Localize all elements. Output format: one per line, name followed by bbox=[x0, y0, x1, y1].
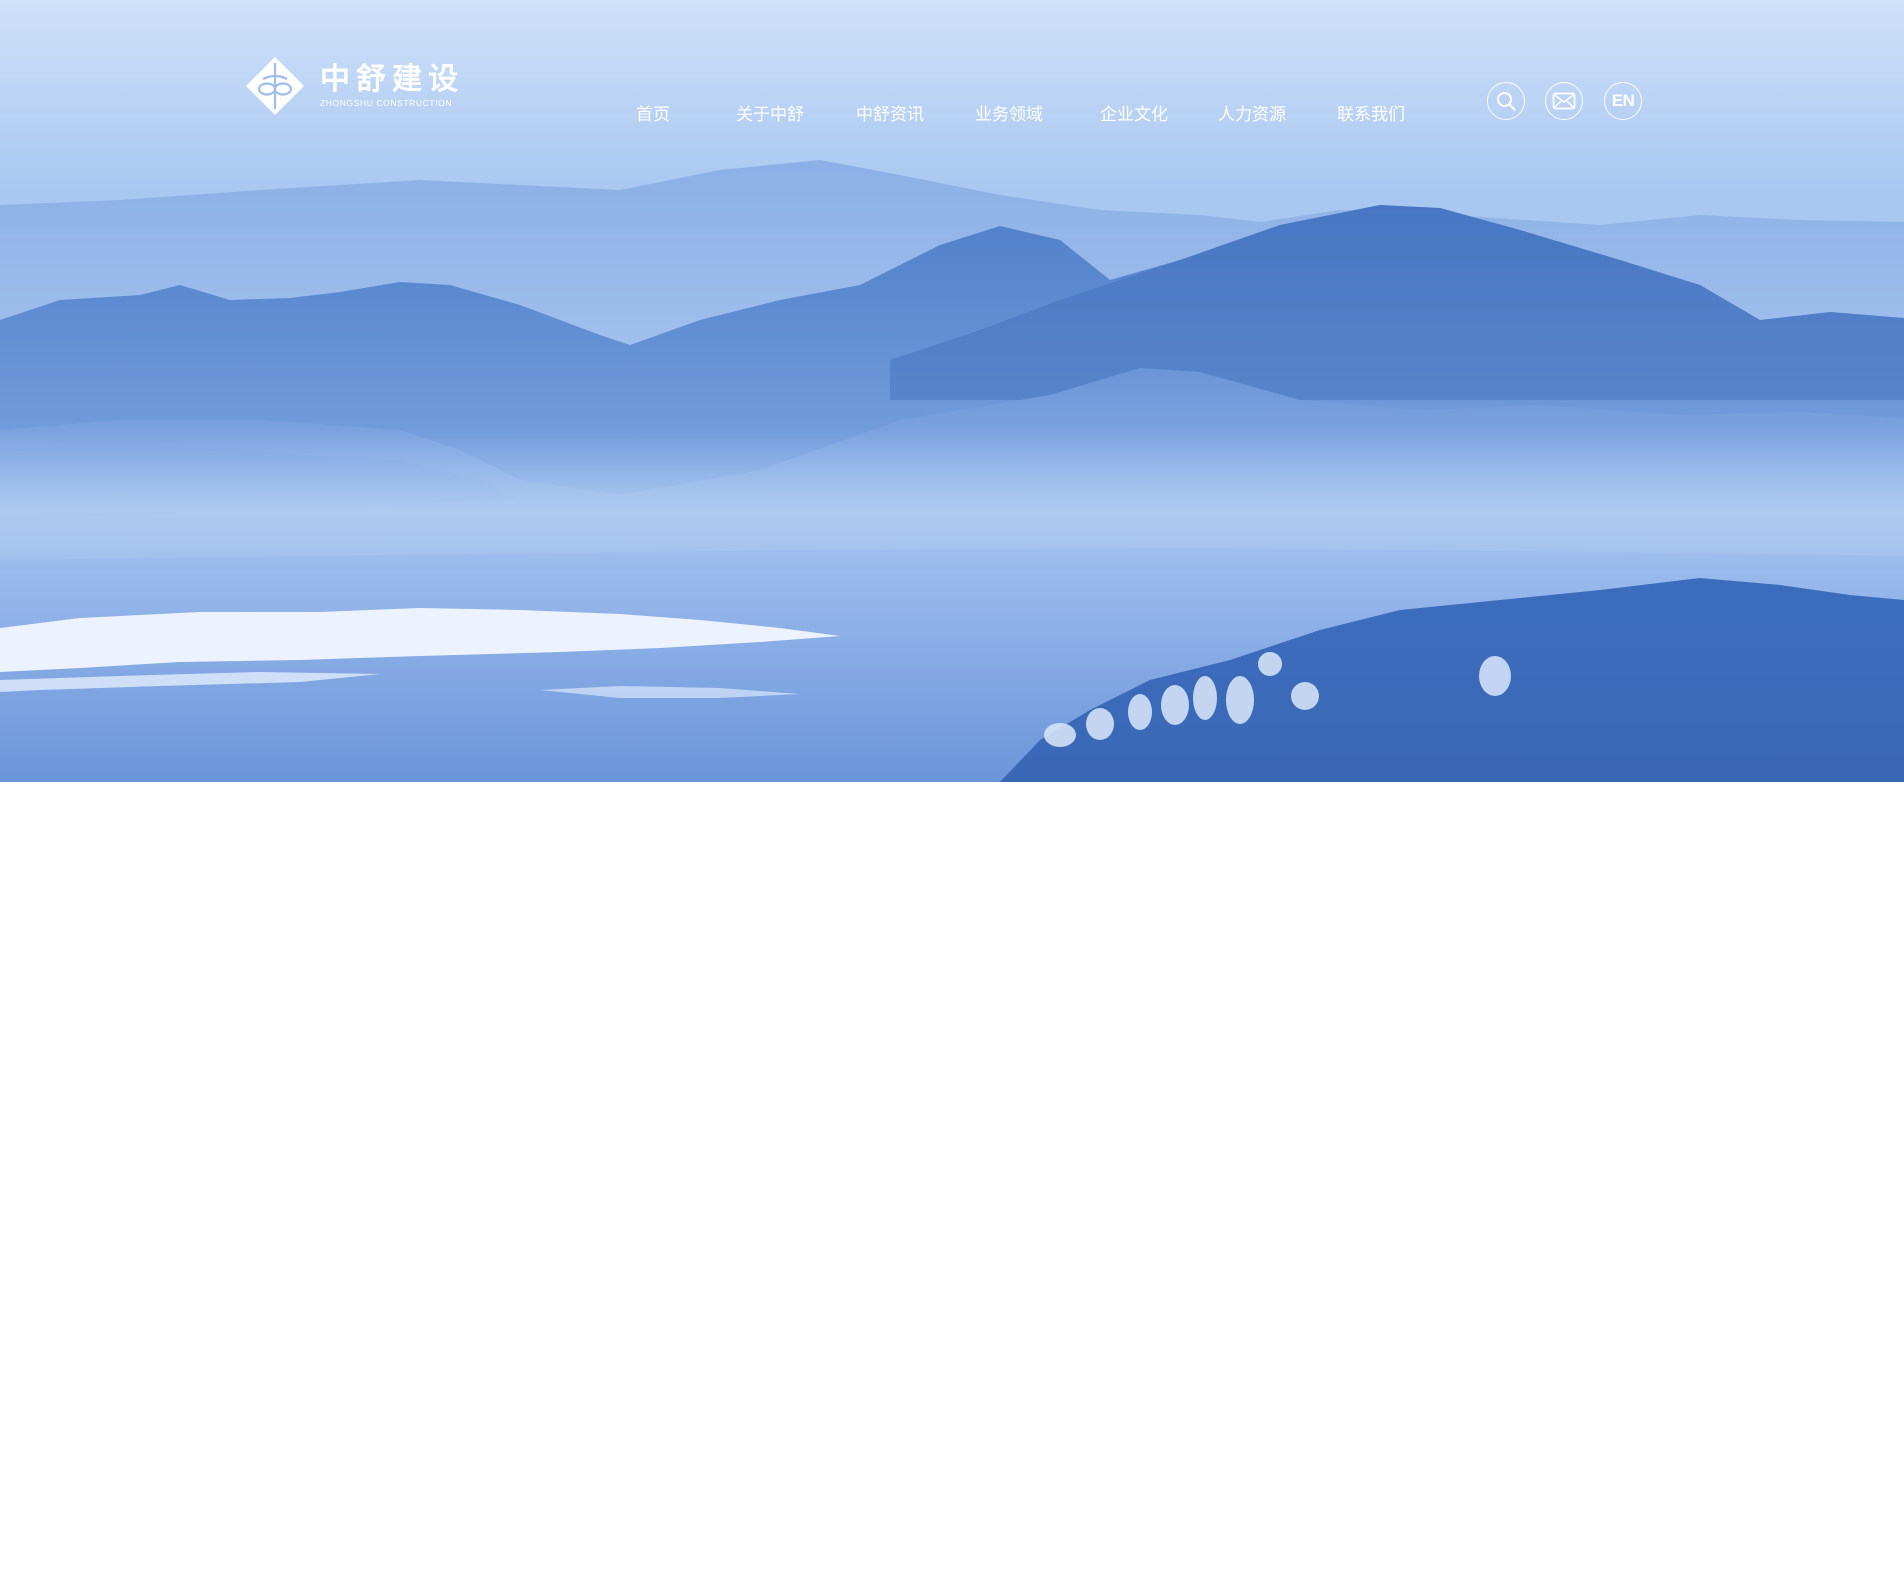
hero-banner: 中舒建设 ZHONGSHU CONSTRUCTION 首页 关于中舒 中舒资讯 … bbox=[0, 0, 1904, 782]
language-en-label: EN bbox=[1611, 91, 1635, 110]
logo-chinese-name: 中舒建设 bbox=[320, 61, 464, 97]
mail-icon bbox=[1552, 92, 1576, 110]
search-button[interactable] bbox=[1487, 82, 1525, 120]
main-content-area bbox=[0, 782, 1904, 1582]
nav-item-news[interactable]: 中舒资讯 bbox=[856, 100, 924, 130]
nav-item-home[interactable]: 首页 bbox=[636, 100, 670, 130]
nav-item-contact[interactable]: 联系我们 bbox=[1337, 100, 1405, 130]
nav-item-about[interactable]: 关于中舒 bbox=[736, 100, 804, 130]
nav-item-hr[interactable]: 人力资源 bbox=[1218, 100, 1286, 130]
page: 中舒建设 ZHONGSHU CONSTRUCTION 首页 关于中舒 中舒资讯 … bbox=[0, 0, 1904, 1582]
nav-item-culture[interactable]: 企业文化 bbox=[1100, 100, 1168, 130]
nav-item-business[interactable]: 业务领域 bbox=[975, 100, 1043, 130]
search-icon bbox=[1497, 92, 1516, 111]
mail-button[interactable] bbox=[1545, 82, 1583, 120]
language-switch-button[interactable]: EN bbox=[1604, 82, 1642, 120]
